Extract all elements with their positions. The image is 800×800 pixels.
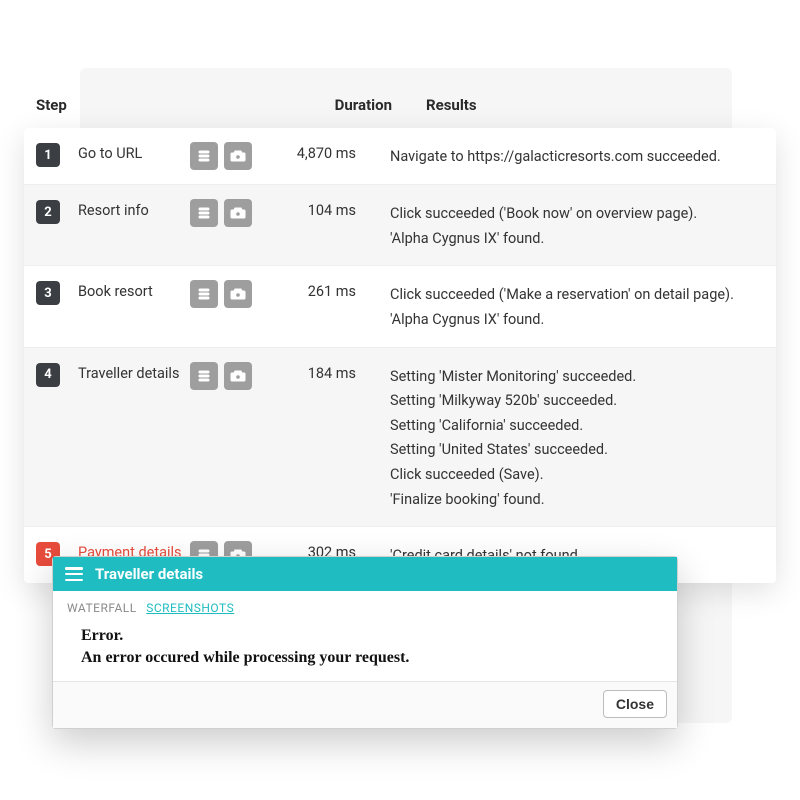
result-line: 'Finalize booking' found. (390, 488, 764, 513)
result-line: Setting 'United States' succeeded. (390, 438, 764, 463)
header-duration: Duration (312, 96, 392, 114)
log-icon[interactable] (190, 362, 218, 390)
result-line: Click succeeded (Save). (390, 463, 764, 488)
error-title: Error. (81, 627, 649, 645)
dialog-body: Error. An error occured while processing… (53, 623, 677, 681)
table-header-row: Step Duration Results (32, 96, 772, 114)
step-icons (190, 199, 256, 227)
header-results: Results (392, 96, 477, 114)
camera-icon[interactable] (224, 280, 252, 308)
step-results: Click succeeded ('Make a reservation' on… (356, 280, 764, 332)
error-message: An error occured while processing your r… (81, 649, 649, 667)
step-number-badge: 1 (36, 143, 60, 167)
menu-icon[interactable] (65, 567, 83, 581)
result-line: Click succeeded ('Book now' on overview … (390, 202, 764, 227)
step-icons (190, 362, 256, 390)
camera-icon[interactable] (224, 362, 252, 390)
result-line: 'Alpha Cygnus IX' found. (390, 308, 764, 333)
step-results: Setting 'Mister Monitoring' succeeded.Se… (356, 362, 764, 513)
step-name: Book resort (60, 280, 190, 300)
step-duration: 104 ms (256, 199, 356, 219)
step-icons (190, 142, 256, 170)
step-details-dialog: Traveller details WATERFALL SCREENSHOTS … (52, 556, 678, 729)
header-step: Step (32, 96, 312, 114)
step-name: Resort info (60, 199, 190, 219)
step-number-badge: 4 (36, 363, 60, 387)
log-icon[interactable] (190, 280, 218, 308)
result-line: 'Alpha Cygnus IX' found. (390, 227, 764, 252)
result-line: Navigate to https://galacticresorts.com … (390, 145, 764, 170)
table-row[interactable]: 2Resort info 104 ms Click succeeded ('Book… (24, 185, 776, 266)
step-name: Go to URL (60, 142, 190, 162)
result-line: Setting 'California' succeeded. (390, 414, 764, 439)
table-row[interactable]: 3Book resort 261 ms Click succeeded ('Make… (24, 266, 776, 347)
result-line: Click succeeded ('Make a reservation' on… (390, 283, 764, 308)
camera-icon[interactable] (224, 142, 252, 170)
log-icon[interactable] (190, 142, 218, 170)
step-name: Traveller details (60, 362, 190, 382)
dialog-footer: Close (53, 681, 677, 728)
dialog-title: Traveller details (95, 565, 203, 583)
step-number-badge: 3 (36, 281, 60, 305)
step-duration: 4,870 ms (256, 142, 356, 162)
result-line: Setting 'Mister Monitoring' succeeded. (390, 365, 764, 390)
step-duration: 261 ms (256, 280, 356, 300)
result-line: Setting 'Milkyway 520b' succeeded. (390, 389, 764, 414)
step-results: Click succeeded ('Book now' on overview … (356, 199, 764, 251)
step-results: Navigate to https://galacticresorts.com … (356, 142, 764, 170)
dialog-header[interactable]: Traveller details (53, 557, 677, 591)
close-button[interactable]: Close (603, 690, 667, 718)
dialog-tabs: WATERFALL SCREENSHOTS (53, 591, 677, 623)
tab-waterfall[interactable]: WATERFALL (67, 601, 137, 615)
step-icons (190, 280, 256, 308)
log-icon[interactable] (190, 199, 218, 227)
steps-table: 1Go to URL 4,870 ms Navigate to https://ga… (24, 128, 776, 583)
table-row[interactable]: 1Go to URL 4,870 ms Navigate to https://ga… (24, 128, 776, 185)
camera-icon[interactable] (224, 199, 252, 227)
step-duration: 184 ms (256, 362, 356, 382)
tab-screenshots[interactable]: SCREENSHOTS (146, 601, 234, 615)
table-row[interactable]: 4Traveller details184 msSetting 'Mister … (24, 348, 776, 528)
step-number-badge: 2 (36, 200, 60, 224)
